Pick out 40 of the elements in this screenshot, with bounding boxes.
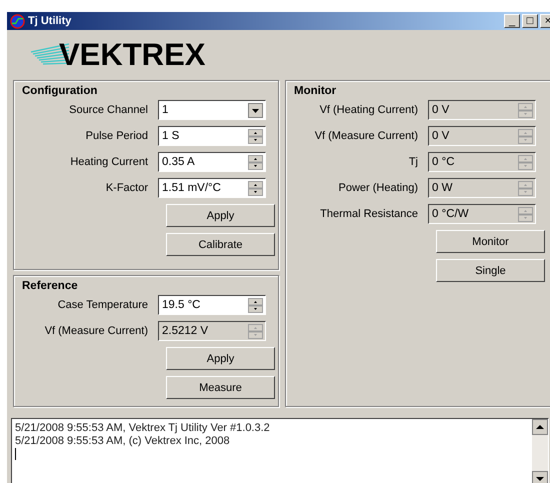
maximize-button[interactable]: □ — [522, 14, 538, 28]
log-line: 5/21/2008 9:55:53 AM, (c) Vektrex Inc, 2008 — [15, 435, 231, 448]
group-title: Configuration — [22, 85, 98, 97]
minimize-button[interactable]: _ — [504, 14, 520, 28]
field-label: Heating Current — [69, 156, 148, 168]
scrollbar[interactable] — [532, 419, 548, 483]
field-label: Source Channel — [68, 104, 148, 116]
spin-field[interactable]: 19.5 °C — [158, 295, 266, 315]
field-label: Vf (Measure Current) — [314, 130, 418, 142]
spin-field[interactable]: 0.35 A — [158, 152, 266, 172]
log-line: 5/21/2008 9:55:53 AM, Vektrex Tj Utility Ver #1.0.3.2 — [15, 422, 271, 435]
scroll-up-icon[interactable] — [532, 419, 548, 435]
action-button[interactable]: Monitor — [436, 230, 545, 253]
logo-text: VEKTREX — [59, 37, 206, 73]
action-button[interactable]: Single — [436, 259, 545, 282]
field-label: Pulse Period — [84, 130, 148, 142]
log-area[interactable]: 5/21/2008 9:55:53 AM, Vektrex Tj Utility Ver #1.0.3.2 5/21/2008 9:55:53 AM, (c) Vektrex Inc, 2008 — [11, 418, 549, 483]
spin-field[interactable]: 1 S — [158, 126, 266, 146]
app-icon — [10, 14, 25, 28]
spinner-arrows-icon[interactable] — [248, 154, 263, 170]
spinner-arrows-icon[interactable] — [248, 180, 263, 196]
dropdown[interactable]: 1 — [158, 100, 266, 120]
field-label: Tj — [408, 156, 418, 168]
spinner-arrows-icon[interactable] — [248, 128, 263, 144]
action-button[interactable]: Measure — [166, 376, 275, 399]
field-label: Case Temperature — [56, 299, 148, 311]
field-label: Thermal Resistance — [319, 208, 418, 220]
field-label: K-Factor — [104, 182, 148, 194]
scroll-down-icon[interactable] — [532, 471, 548, 483]
action-button[interactable]: Apply — [166, 204, 275, 227]
group-title: Reference — [22, 280, 78, 292]
window-title: Tj Utility — [28, 15, 72, 27]
action-button[interactable]: Apply — [166, 347, 275, 370]
field-label: Power (Heating) — [338, 182, 418, 194]
field-label: Vf (Measure Current) — [44, 325, 148, 337]
action-button[interactable]: Calibrate — [166, 233, 275, 256]
field-label: Vf (Heating Current) — [318, 104, 418, 116]
group-title: Monitor — [294, 85, 336, 97]
spinner-arrows-icon[interactable] — [248, 298, 263, 312]
spin-field[interactable]: 1.51 mV/°C — [158, 178, 266, 198]
